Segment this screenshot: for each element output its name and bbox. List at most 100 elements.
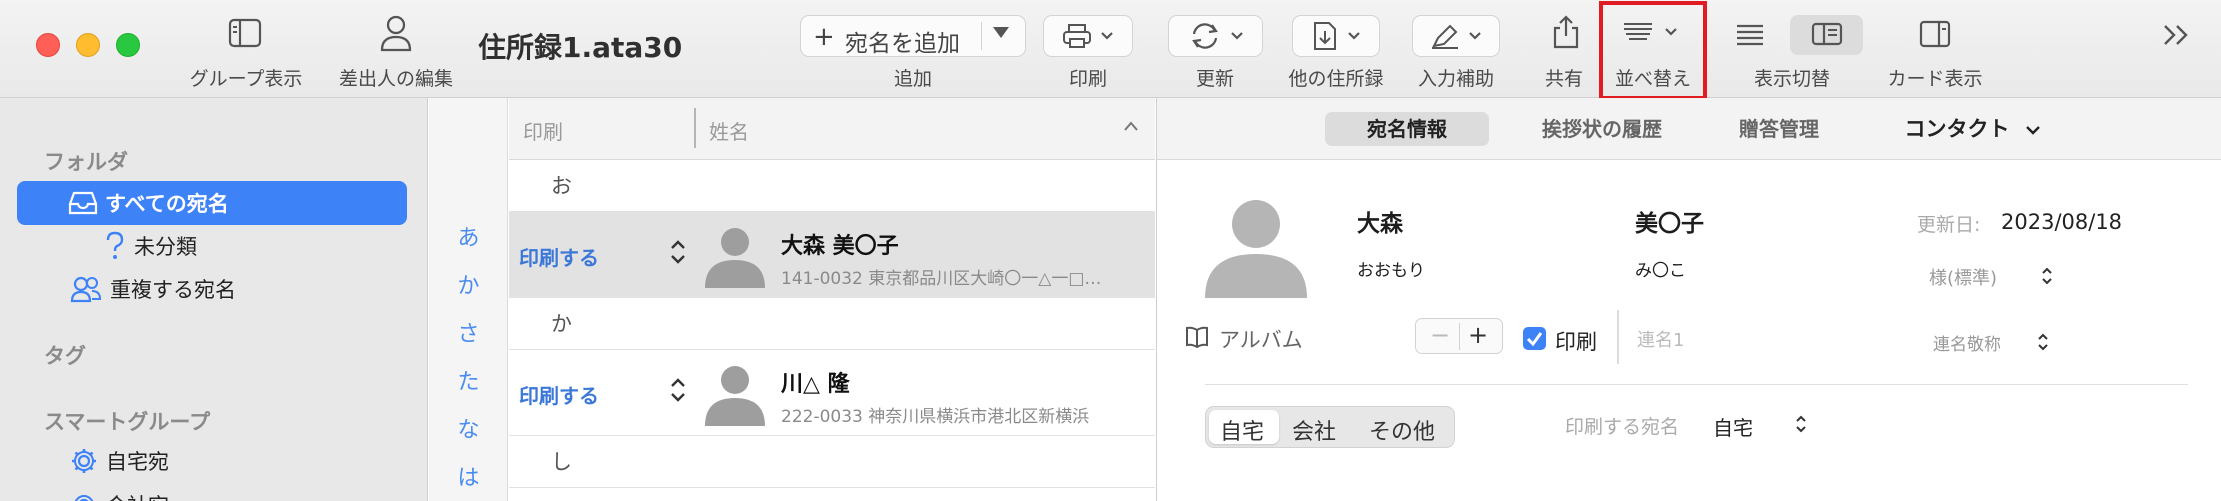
stepper-increment[interactable]: + xyxy=(1468,321,1488,349)
segment-home[interactable]: 自宅 xyxy=(1220,414,1264,446)
index-letter[interactable]: た xyxy=(429,364,508,396)
print-button[interactable] xyxy=(1043,15,1133,57)
add-address-label: 宛名を追加 xyxy=(845,31,960,57)
checkmark-icon xyxy=(1526,332,1543,347)
print-status[interactable]: 印刷する xyxy=(519,242,599,271)
sidebar-item-label: 未分類 xyxy=(134,235,197,259)
column-header-name[interactable]: 姓名 xyxy=(709,116,749,145)
person-icon[interactable] xyxy=(379,14,413,52)
up-down-chevron-icon[interactable] xyxy=(2041,266,2053,286)
segment-other[interactable]: その他 xyxy=(1369,414,1435,446)
index-letter[interactable]: あ xyxy=(429,220,508,252)
input-assist-button[interactable] xyxy=(1412,15,1500,57)
sidebar-item-all-addresses[interactable]: すべての宛名 xyxy=(17,181,407,225)
joint-honorific-select[interactable]: 連名敬称 xyxy=(1933,330,2001,355)
chevron-down-icon[interactable] xyxy=(2025,124,2041,136)
index-letter[interactable]: か xyxy=(429,268,508,300)
up-down-chevron-icon[interactable] xyxy=(1795,414,1807,434)
minimize-window-button[interactable] xyxy=(76,33,100,57)
update-button[interactable] xyxy=(1168,15,1263,57)
last-name-kana-field[interactable]: おおもり xyxy=(1357,256,1425,281)
detail-pane: 宛名情報 挨拶状の履歴 贈答管理 コンタクト 大森 美〇子 おおもり み〇こ 更… xyxy=(1156,98,2221,501)
group-header: か xyxy=(509,298,1155,350)
list-header: 印刷 姓名 xyxy=(509,98,1155,160)
dropdown-triangle-icon[interactable] xyxy=(993,27,1009,38)
input-assist-label: 入力補助 xyxy=(1417,68,1495,90)
address-type-segment[interactable]: 自宅 会社 その他 xyxy=(1205,406,1455,448)
index-letter[interactable]: な xyxy=(429,412,508,444)
card-view-icon[interactable] xyxy=(1919,20,1951,48)
first-name-kana-field[interactable]: み〇こ xyxy=(1635,256,1686,281)
up-down-chevron-icon[interactable] xyxy=(669,376,687,404)
pen-icon xyxy=(1432,24,1458,49)
joint-name-field[interactable]: 連名1 xyxy=(1637,326,1684,352)
index-letter[interactable]: は xyxy=(429,460,508,492)
print-status[interactable]: 印刷する xyxy=(519,380,599,409)
toolbar: グループ表示 差出人の編集 住所録1.ata30 + 宛名を追加 追加 印刷 更… xyxy=(0,0,2221,100)
print-checkbox[interactable] xyxy=(1523,327,1546,350)
tab-address-info[interactable]: 宛名情報 xyxy=(1325,112,1489,146)
contact-photo[interactable] xyxy=(1201,190,1311,300)
overflow-chevron-icon[interactable] xyxy=(2162,24,2192,46)
add-address-button[interactable]: + 宛名を追加 xyxy=(800,15,1026,57)
contact-name: 大森 美〇子 xyxy=(781,234,899,259)
book-icon xyxy=(1186,326,1208,348)
tab-greeting-history[interactable]: 挨拶状の履歴 xyxy=(1519,112,1685,146)
sidebar-item-uncategorized[interactable]: 未分類 xyxy=(104,231,197,261)
other-address-book-button[interactable] xyxy=(1292,15,1380,57)
printer-icon xyxy=(1063,24,1091,48)
table-row[interactable]: 印刷する 大森 美〇子 141-0032 東京都品川区大崎〇一△一□… xyxy=(509,212,1155,298)
window-title: 住所録1.ata30 xyxy=(478,31,683,64)
stepper-decrement[interactable]: − xyxy=(1430,321,1450,349)
refresh-icon xyxy=(1191,23,1218,49)
tab-contact[interactable]: コンタクト xyxy=(1887,112,2027,146)
index-letter[interactable]: さ xyxy=(429,316,508,348)
tray-icon xyxy=(68,191,98,215)
sidebar-item-duplicates[interactable]: 重複する宛名 xyxy=(70,274,236,304)
contact-address: 222-0033 神奈川県横浜市港北区新横浜 xyxy=(781,407,1090,427)
group-view-label[interactable]: グループ表示 xyxy=(190,64,303,91)
sort-ascending-icon[interactable] xyxy=(1123,120,1139,132)
table-row[interactable]: 印刷する 川△ 隆 222-0033 神奈川県横浜市港北区新横浜 xyxy=(509,350,1155,436)
print-address-select[interactable]: 自宅 xyxy=(1713,412,1753,441)
sidebar-item-label: 自宅宛 xyxy=(106,450,169,474)
sidebar-item-company[interactable]: 会社宛 xyxy=(70,490,169,501)
group-header: し xyxy=(509,436,1155,488)
up-down-chevron-icon[interactable] xyxy=(669,238,687,266)
detail-view-icon[interactable] xyxy=(1811,22,1843,46)
sidebar-toggle-icon[interactable] xyxy=(228,18,262,48)
sidebar: フォルダ すべての宛名 未分類 重複する宛名 タグ スマートグループ 自宅宛 会… xyxy=(0,98,428,501)
album-stepper[interactable]: − + xyxy=(1415,318,1503,354)
print-checkbox-label: 印刷 xyxy=(1555,330,1597,354)
last-name-field[interactable]: 大森 xyxy=(1357,204,1403,238)
album-label: アルバム xyxy=(1219,328,1303,352)
sidebar-item-home[interactable]: 自宅宛 xyxy=(70,446,169,476)
column-header-print[interactable]: 印刷 xyxy=(523,116,563,145)
contact-address: 141-0032 東京都品川区大崎〇一△一□… xyxy=(781,269,1102,289)
share-icon[interactable] xyxy=(1552,14,1580,50)
view-switch-label: 表示切替 xyxy=(1753,68,1831,90)
zoom-window-button[interactable] xyxy=(116,33,140,57)
segment-company[interactable]: 会社 xyxy=(1292,414,1336,446)
sort-highlight-box xyxy=(1599,1,1707,100)
address-list: 印刷 姓名 お 印刷する 大森 美〇子 141-0032 東京都品川区大崎〇一△… xyxy=(509,98,1155,501)
first-name-field[interactable]: 美〇子 xyxy=(1635,204,1704,238)
column-divider[interactable] xyxy=(694,108,696,148)
close-window-button[interactable] xyxy=(36,33,60,57)
people-icon xyxy=(70,276,102,303)
card-view-label[interactable]: カード表示 xyxy=(1887,64,1982,91)
share-label[interactable]: 共有 xyxy=(1545,64,1583,91)
contact-name: 川△ 隆 xyxy=(781,372,850,397)
up-down-chevron-icon[interactable] xyxy=(2037,332,2049,352)
tab-gift-management[interactable]: 贈答管理 xyxy=(1717,112,1841,146)
divider xyxy=(1459,323,1460,350)
gear-icon xyxy=(72,449,96,473)
gear-icon xyxy=(74,495,94,501)
chevron-down-icon xyxy=(1469,32,1481,40)
sender-edit-label[interactable]: 差出人の編集 xyxy=(339,64,453,91)
sidebar-item-label: すべての宛名 xyxy=(105,192,229,216)
add-label: 追加 xyxy=(893,68,933,90)
divider xyxy=(1617,310,1619,364)
honorific-select[interactable]: 様(標準) xyxy=(1929,264,1997,290)
list-view-icon[interactable] xyxy=(1735,22,1765,46)
